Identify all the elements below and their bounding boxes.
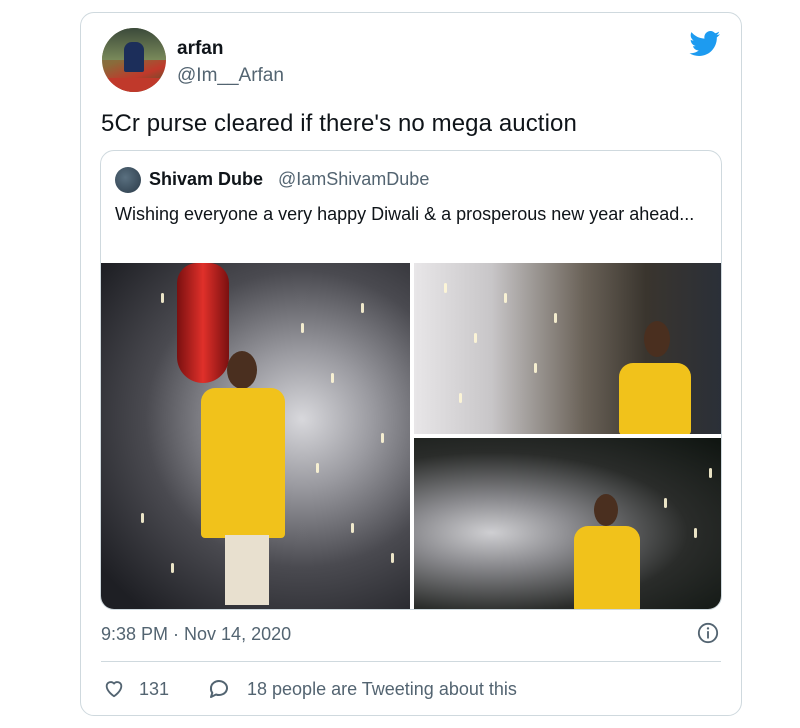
info-icon[interactable] <box>697 622 719 644</box>
like-count[interactable]: 131 <box>139 679 169 700</box>
twitter-bird-icon[interactable] <box>689 31 721 57</box>
quoted-author-name[interactable]: Shivam Dube <box>149 169 263 190</box>
person <box>574 526 640 609</box>
quoted-author-handle[interactable]: @IamShivamDube <box>278 169 429 190</box>
media-grid <box>101 263 721 609</box>
photo-1[interactable] <box>101 263 410 609</box>
author-avatar[interactable] <box>102 28 166 92</box>
divider <box>101 661 721 662</box>
tweet-timestamp[interactable]: 9:38 PM · Nov 14, 2020 <box>101 624 291 645</box>
tweeting-about-link[interactable]: 18 people are Tweeting about this <box>247 679 517 700</box>
heart-icon[interactable] <box>103 677 125 699</box>
quoted-tweet[interactable]: Shivam Dube @IamShivamDube Wishing every… <box>100 150 722 610</box>
author-handle[interactable]: @Im__Arfan <box>177 65 284 87</box>
person <box>619 363 691 434</box>
photo-2[interactable] <box>414 263 721 434</box>
quoted-author-avatar[interactable] <box>115 167 141 193</box>
quoted-tweet-text: Wishing everyone a very happy Diwali & a… <box>115 204 695 224</box>
tweet-card[interactable]: arfan @Im__Arfan 5Cr purse cleared if th… <box>80 12 742 716</box>
tweet-text: 5Cr purse cleared if there's no mega auc… <box>101 110 577 137</box>
lantern <box>177 263 229 383</box>
author-name[interactable]: arfan <box>177 38 223 60</box>
photo-3[interactable] <box>414 438 721 609</box>
person <box>201 388 285 538</box>
speech-bubble-icon[interactable] <box>207 677 231 701</box>
